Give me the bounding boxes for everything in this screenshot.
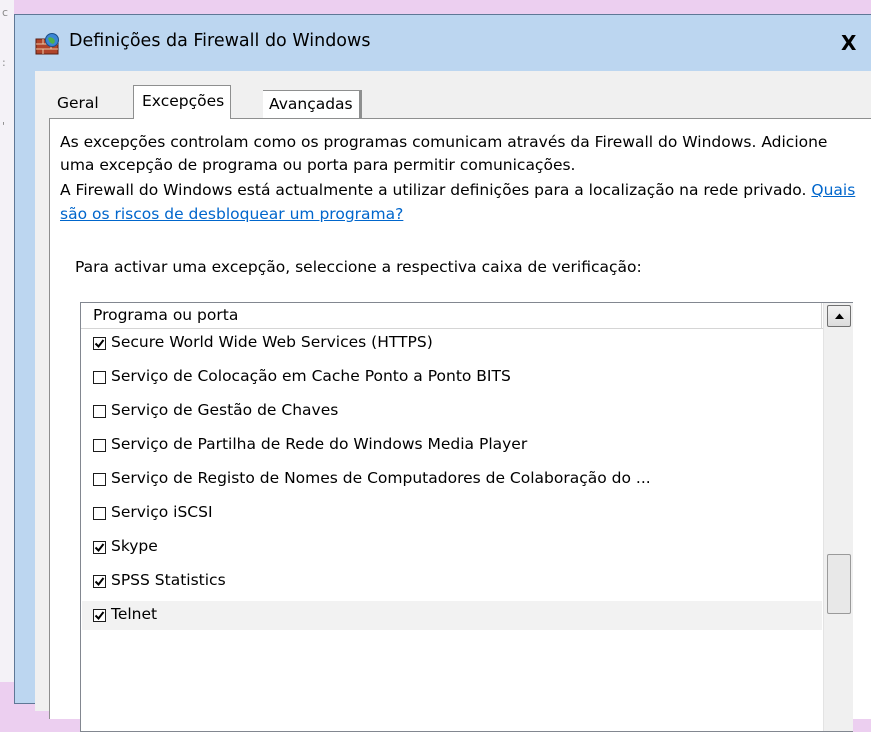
background-window-edge: c : ': [0, 0, 14, 682]
window-title: Definições da Firewall do Windows: [69, 31, 371, 51]
checkmark-icon: [94, 339, 105, 349]
checkbox[interactable]: [93, 575, 106, 588]
list-item[interactable]: Secure World Wide Web Services (HTTPS): [82, 329, 822, 358]
column-header-program[interactable]: Programa ou porta: [81, 303, 823, 329]
list-item-label: Serviço de Colocação em Cache Ponto a Po…: [111, 367, 511, 385]
exceptions-list[interactable]: Programa ou porta Secure World Wide Web …: [80, 302, 853, 732]
exceptions-description: As excepções controlam como os programas…: [60, 133, 828, 174]
tab-avancadas[interactable]: Avançadas: [263, 90, 362, 118]
location-info: A Firewall do Windows está actualmente a…: [60, 178, 871, 226]
location-text: A Firewall do Windows está actualmente a…: [60, 181, 807, 199]
checkbox[interactable]: [93, 405, 106, 418]
arrow-up-icon: [835, 313, 844, 319]
list-item-label: Serviço iSCSI: [111, 503, 213, 521]
list-item-label: Serviço de Partilha de Rede do Windows M…: [111, 435, 528, 453]
checkbox[interactable]: [93, 541, 106, 554]
column-header-label: Programa ou porta: [93, 306, 239, 324]
exceptions-panel: As excepções controlam como os programas…: [49, 118, 871, 732]
instruction-label: Para activar uma excepção, seleccione a …: [75, 258, 642, 276]
list-item[interactable]: Serviço de Gestão de Chaves: [82, 397, 822, 426]
tab-excepcoes[interactable]: Excepções: [133, 85, 232, 119]
list-item-label: SPSS Statistics: [111, 571, 226, 589]
checkmark-icon: [94, 611, 105, 621]
checkbox[interactable]: [93, 337, 106, 350]
list-item[interactable]: Serviço de Partilha de Rede do Windows M…: [82, 431, 822, 460]
list-item-label: Serviço de Registo de Nomes de Computado…: [111, 469, 651, 487]
checkbox[interactable]: [93, 371, 106, 384]
vertical-scrollbar[interactable]: [823, 303, 853, 731]
tab-geral[interactable]: Geral: [51, 90, 105, 118]
checkbox[interactable]: [93, 609, 106, 622]
list-item[interactable]: Serviço de Colocação em Cache Ponto a Po…: [82, 363, 822, 392]
list-item-label: Telnet: [111, 605, 158, 623]
scroll-thumb[interactable]: [827, 554, 851, 614]
scroll-up-button[interactable]: [827, 305, 851, 327]
list-item-label: Serviço de Gestão de Chaves: [111, 401, 339, 419]
dialog-client-area: Geral Excepções Avançadas As excepções c…: [35, 71, 871, 732]
column-divider: [821, 303, 822, 328]
list-item[interactable]: Serviço iSCSI: [82, 499, 822, 528]
list-item[interactable]: Skype: [82, 533, 822, 562]
list-item[interactable]: SPSS Statistics: [82, 567, 822, 596]
checkmark-icon: [94, 543, 105, 553]
checkmark-icon: [94, 577, 105, 587]
list-item[interactable]: Telnet: [82, 601, 822, 630]
list-item[interactable]: Serviço de Registo de Nomes de Computado…: [82, 465, 822, 494]
list-item-label: Skype: [111, 537, 158, 555]
list-item-label: Secure World Wide Web Services (HTTPS): [111, 333, 433, 351]
checkbox[interactable]: [93, 439, 106, 452]
close-button[interactable]: X: [841, 29, 871, 57]
checkbox[interactable]: [93, 473, 106, 486]
checkbox[interactable]: [93, 507, 106, 520]
firewall-settings-dialog: Definições da Firewall do Windows X Gera…: [14, 14, 871, 732]
firewall-icon: [35, 33, 59, 55]
